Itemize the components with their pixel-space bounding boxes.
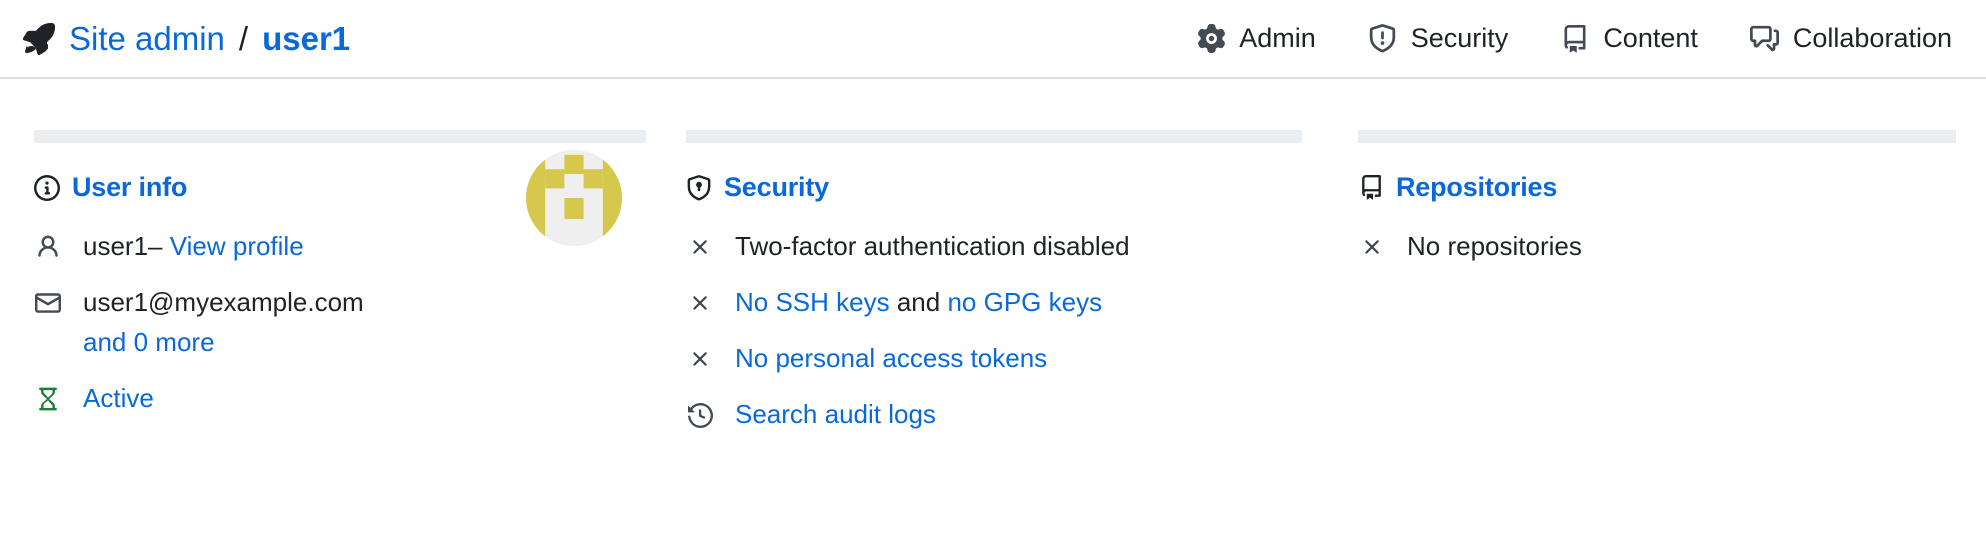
search-audit-logs-link[interactable]: Search audit logs [735,399,936,429]
breadcrumb: Site admin / user1 [22,20,350,58]
user-email-row: user1@myexample.com and 0 more [34,285,644,361]
security-2fa-text: Two-factor authentication disabled [735,231,1130,261]
security-header: Security [686,172,1304,203]
gear-icon [1196,24,1226,54]
repositories-header: Repositories [1358,172,1955,203]
nav-label-security: Security [1410,23,1509,53]
rocket-icon [22,22,56,56]
page-header: Site admin / user1 Admin Security Conten… [0,0,1986,79]
user-status-text: Active [83,381,154,417]
x-icon [686,285,714,321]
x-icon [1358,229,1386,265]
security-tokens-row: No personal access tokens [686,341,1304,377]
mail-icon [34,285,62,321]
ssh-keys-link[interactable]: No SSH keys [735,287,890,317]
person-icon [34,229,62,265]
security-title[interactable]: Security [724,172,829,203]
user-info-rows: user1– View profile user1@myexample.com … [34,229,644,417]
avatar-identicon [526,150,622,246]
user-info-card: User info user1– View profile user1@myex… [0,130,672,433]
avatar[interactable] [526,150,622,246]
shield-lock-icon [686,174,712,201]
user-status-link[interactable]: Active [83,383,154,413]
breadcrumb-separator: / [238,19,249,57]
repo-icon [1560,24,1590,54]
repositories-card: Repositories No repositories [1332,130,1986,433]
security-2fa-row: Two-factor authentication disabled [686,229,1304,265]
security-audit-text: Search audit logs [735,397,936,433]
card-divider [1358,130,1956,143]
nav-label-content: Content [1603,23,1698,53]
card-divider [686,130,1302,143]
gpg-keys-link[interactable]: no GPG keys [947,287,1102,317]
security-keys-row: No SSH keys and no GPG keys [686,285,1304,321]
user-email-text: user1@myexample.com and 0 more [83,285,364,361]
nav-label-collaboration: Collaboration [1792,23,1952,53]
view-profile-link[interactable]: View profile [170,231,304,261]
security-keys-text: No SSH keys and no GPG keys [735,285,1102,321]
nav-item-collaboration[interactable]: Collaboration [1750,23,1952,54]
no-repositories-row: No repositories [1358,229,1955,265]
comment-discussion-icon [1750,24,1780,54]
user-info-title[interactable]: User info [72,172,187,203]
repo-icon [1358,175,1384,201]
shield-check-icon [1368,24,1398,54]
no-repositories-text: No repositories [1407,231,1582,261]
card-divider [34,130,646,143]
nav-item-content[interactable]: Content [1560,23,1698,54]
repositories-title[interactable]: Repositories [1396,172,1557,203]
nav-item-admin[interactable]: Admin [1196,23,1316,54]
repositories-rows: No repositories [1358,229,1955,265]
user-info-header: User info [34,150,644,246]
user-name-text: user1– View profile [83,229,304,265]
breadcrumb-site-admin[interactable]: Site admin [69,20,225,58]
top-navigation: Admin Security Content Collaboration [1196,23,1952,54]
x-icon [686,341,714,377]
history-icon [686,397,714,433]
user-name-dash: – [148,231,163,261]
hourglass-icon [34,381,62,417]
keys-joiner: and [896,287,941,317]
nav-label-admin: Admin [1239,23,1316,53]
more-emails-link[interactable]: and 0 more [83,325,364,361]
breadcrumb-user[interactable]: user1 [262,20,350,58]
security-tokens-text: No personal access tokens [735,341,1047,377]
info-icon [34,174,60,201]
nav-item-security[interactable]: Security [1368,23,1509,54]
security-rows: Two-factor authentication disabled No SS… [686,229,1304,433]
security-audit-row: Search audit logs [686,397,1304,433]
user-email-value: user1@myexample.com [83,287,364,317]
security-card: Security Two-factor authentication disab… [672,130,1332,433]
personal-access-tokens-link[interactable]: No personal access tokens [735,343,1047,373]
x-icon [686,229,714,265]
user-status-row: Active [34,381,644,417]
admin-overview-columns: User info user1– View profile user1@myex… [0,130,1986,433]
user-name-value: user1 [83,231,149,261]
